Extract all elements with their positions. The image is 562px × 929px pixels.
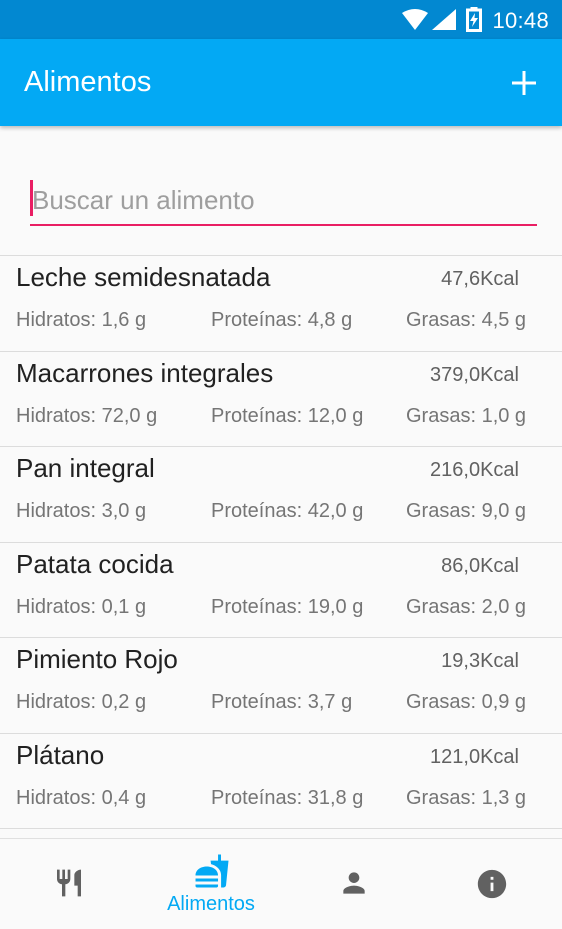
food-kcal: 216,0Kcal (430, 459, 519, 481)
app-bar: Alimentos (0, 39, 562, 126)
food-name: Leche semidesnatada (16, 262, 271, 292)
food-hidratos: Hidratos: 0,4 g (16, 786, 147, 809)
food-list-item[interactable]: Leche semidesnatada 47,6Kcal Hidratos: 1… (0, 256, 562, 352)
nav-item-alimentos[interactable]: Alimentos (141, 839, 281, 929)
page-title: Alimentos (24, 66, 152, 98)
text-cursor (30, 180, 33, 216)
search-field (30, 178, 537, 226)
nav-item-info[interactable] (422, 839, 562, 929)
food-proteinas: Proteínas: 42,0 g (211, 500, 364, 522)
food-grasas: Grasas: 1,3 g (406, 786, 527, 809)
status-time: 10:48 (492, 8, 549, 33)
food-proteinas: Proteínas: 19,0 g (211, 595, 364, 618)
food-name: Plátano (16, 739, 105, 770)
food-list-item[interactable]: Patata cocida 86,0Kcal Hidratos: 0,1 g P… (0, 543, 562, 638)
fastfood-icon (195, 854, 229, 888)
food-grasas: Grasas: 2,0 g (406, 595, 527, 618)
bottom-navigation: Alimentos (0, 838, 562, 929)
battery-charging-icon (466, 7, 482, 32)
food-grasas: Grasas: 1,0 g (406, 404, 527, 427)
food-hidratos: Hidratos: 0,1 g (16, 595, 147, 618)
food-kcal: 47,6Kcal (441, 268, 519, 290)
add-icon (512, 71, 536, 95)
search-input[interactable] (30, 178, 537, 222)
food-list[interactable]: Leche semidesnatada 47,6Kcal Hidratos: 1… (0, 255, 562, 839)
food-proteinas: Proteínas: 12,0 g (211, 404, 364, 427)
food-hidratos: Hidratos: 3,0 g (16, 500, 147, 522)
food-proteinas: Proteínas: 3,7 g (211, 691, 353, 713)
food-name: Patata cocida (16, 548, 174, 579)
status-bar: 10:48 (0, 0, 562, 39)
nav-label-alimentos: Alimentos (167, 893, 255, 915)
food-name: Pan integral (16, 453, 155, 483)
food-name: Macarrones integrales (16, 357, 274, 388)
food-kcal: 19,3Kcal (441, 650, 519, 672)
food-grasas: Grasas: 4,5 g (406, 309, 527, 331)
nav-item-meals[interactable] (0, 839, 140, 929)
food-grasas: Grasas: 9,0 g (406, 500, 527, 522)
wifi-icon (402, 9, 428, 30)
info-icon (477, 869, 507, 899)
add-button[interactable] (498, 57, 550, 109)
food-list-item[interactable]: Plátano 121,0Kcal Hidratos: 0,4 g Proteí… (0, 734, 562, 829)
food-name: Pimiento Rojo (16, 644, 178, 674)
restaurant-icon (57, 869, 81, 897)
food-grasas: Grasas: 0,9 g (406, 691, 527, 713)
food-hidratos: Hidratos: 1,6 g (16, 309, 147, 331)
food-list-item[interactable]: Pimiento Rojo 19,3Kcal Hidratos: 0,2 g P… (0, 638, 562, 734)
food-list-item[interactable]: Macarrones integrales 379,0Kcal Hidratos… (0, 352, 562, 447)
food-kcal: 121,0Kcal (430, 745, 519, 768)
nav-item-profile[interactable] (285, 839, 425, 929)
food-hidratos: Hidratos: 0,2 g (16, 691, 147, 713)
food-kcal: 86,0Kcal (441, 554, 519, 577)
food-proteinas: Proteínas: 31,8 g (211, 786, 364, 809)
signal-icon (432, 9, 456, 30)
food-kcal: 379,0Kcal (430, 363, 519, 386)
food-hidratos: Hidratos: 72,0 g (16, 404, 158, 427)
food-proteinas: Proteínas: 4,8 g (211, 309, 353, 331)
person-icon (343, 872, 365, 894)
food-list-item[interactable]: Pan integral 216,0Kcal Hidratos: 3,0 g P… (0, 447, 562, 543)
